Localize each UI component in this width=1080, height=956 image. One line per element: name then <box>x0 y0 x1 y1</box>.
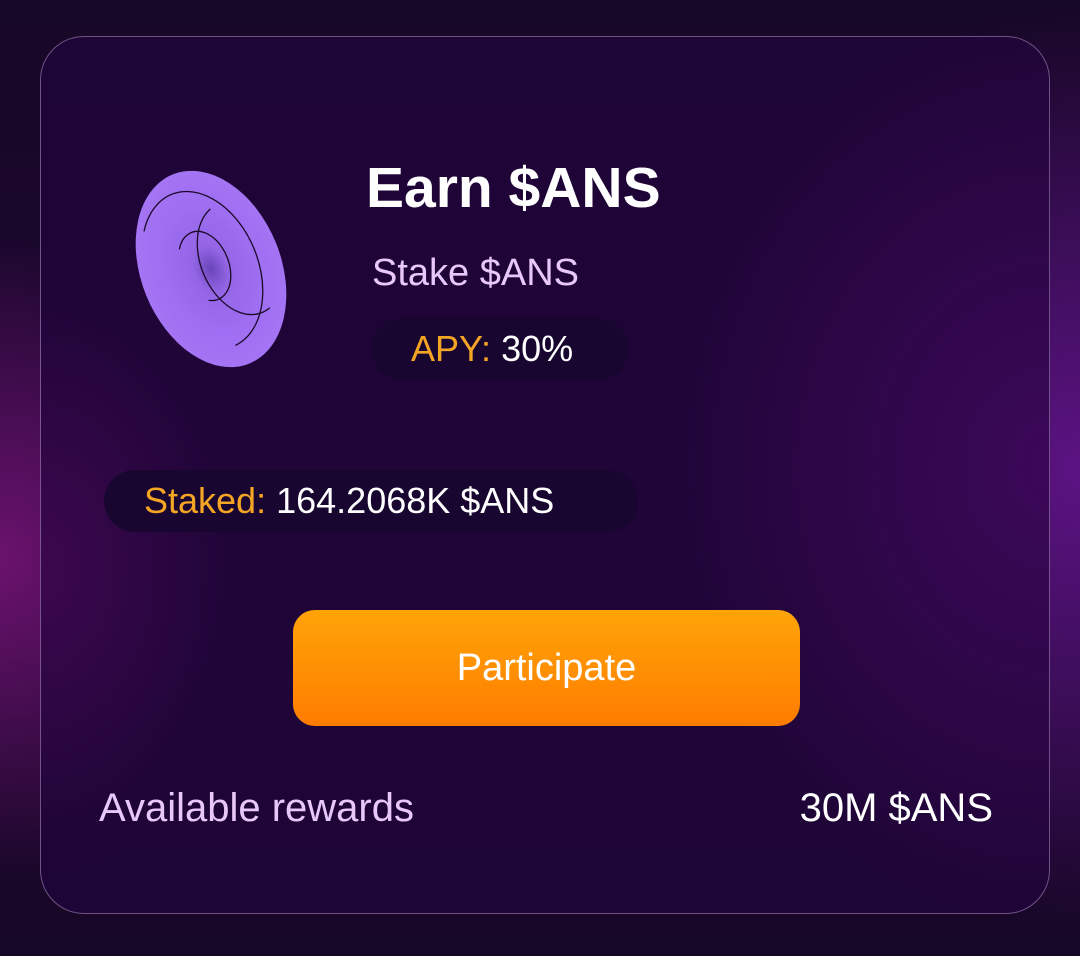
apy-label: APY: <box>411 328 492 369</box>
staked-badge: Staked: 164.2068K $ANS <box>104 470 638 532</box>
card-title: Earn $ANS <box>366 156 661 220</box>
apy-value: 30% <box>501 328 574 369</box>
participate-button[interactable]: Participate <box>293 610 800 726</box>
available-rewards-value: 30M $ANS <box>799 786 993 830</box>
card-subtitle: Stake $ANS <box>372 252 579 294</box>
apy-badge: APY: 30% <box>371 318 629 380</box>
ans-token-logo-icon <box>131 167 291 372</box>
available-rewards-label: Available rewards <box>99 786 414 830</box>
staked-value: 164.2068K $ANS <box>276 480 555 521</box>
staked-label: Staked: <box>144 480 267 521</box>
staking-card: Earn $ANS Stake $ANS APY: 30% Staked: 16… <box>40 36 1050 914</box>
